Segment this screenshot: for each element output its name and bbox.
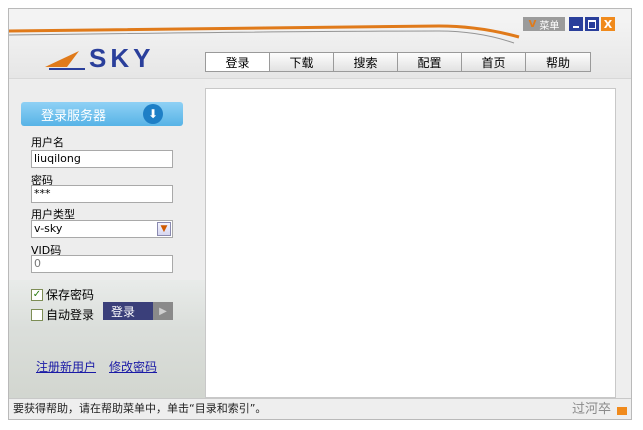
minimize-button[interactable] bbox=[569, 17, 583, 31]
user-type-select[interactable]: v-sky ▼ bbox=[31, 220, 173, 238]
status-bar: 要获得帮助，请在帮助菜单中，单击“目录和索引”。 bbox=[9, 398, 631, 419]
auto-login-label: 自动登录 bbox=[46, 308, 95, 322]
header: SKY V 菜单 X 登录 下载 搜索 配置 首页 帮助 bbox=[9, 9, 631, 79]
menu-button[interactable]: V 菜单 bbox=[523, 17, 565, 32]
resize-grip-icon[interactable] bbox=[617, 407, 627, 415]
tab-config[interactable]: 配置 bbox=[398, 53, 462, 71]
status-text: 要获得帮助，请在帮助菜单中，单击“目录和索引”。 bbox=[13, 402, 267, 415]
menu-arrow-icon: V bbox=[528, 18, 537, 30]
save-password-checkbox[interactable]: ✓ bbox=[31, 288, 43, 301]
chevron-down-icon[interactable]: ▼ bbox=[157, 222, 171, 236]
login-button[interactable]: 登录 ▶ bbox=[103, 302, 173, 320]
username-label: 用户名 bbox=[31, 136, 64, 149]
arrow-down-icon: ⬇ bbox=[143, 104, 163, 124]
register-link[interactable]: 注册新用户 bbox=[36, 358, 96, 375]
login-server-label: 登录服务器 bbox=[41, 108, 107, 124]
content-area bbox=[205, 88, 616, 398]
password-input[interactable]: *** bbox=[31, 185, 173, 203]
tab-home[interactable]: 首页 bbox=[462, 53, 526, 71]
tab-login[interactable]: 登录 bbox=[206, 53, 270, 71]
change-password-link[interactable]: 修改密码 bbox=[109, 358, 157, 375]
play-arrow-icon: ▶ bbox=[153, 302, 173, 320]
watermark: 过河卒 bbox=[572, 402, 612, 417]
menu-label: 菜单 bbox=[539, 20, 560, 32]
close-button[interactable]: X bbox=[601, 17, 615, 31]
save-password-option[interactable]: ✓ 保存密码 bbox=[31, 286, 94, 303]
vid-input[interactable]: 0 bbox=[31, 255, 173, 273]
auto-login-checkbox[interactable] bbox=[31, 308, 43, 321]
save-password-label: 保存密码 bbox=[46, 288, 95, 302]
login-button-label: 登录 bbox=[111, 304, 136, 319]
tab-search[interactable]: 搜索 bbox=[334, 53, 398, 71]
close-icon: X bbox=[603, 17, 613, 31]
logo-text: SKY bbox=[89, 43, 154, 73]
user-type-value: v-sky bbox=[34, 222, 63, 235]
tab-help[interactable]: 帮助 bbox=[526, 53, 590, 71]
maximize-button[interactable] bbox=[585, 17, 599, 31]
sky-logo: SKY bbox=[45, 43, 154, 73]
app-window: SKY V 菜单 X 登录 下载 搜索 配置 首页 帮助 登录服务器 ⬇ 用户名… bbox=[8, 8, 632, 420]
auto-login-option[interactable]: 自动登录 bbox=[31, 306, 94, 323]
nav-tabs: 登录 下载 搜索 配置 首页 帮助 bbox=[205, 52, 591, 72]
login-panel: 登录服务器 ⬇ 用户名 liuqilong 密码 *** 用户类型 v-sky … bbox=[9, 80, 205, 398]
username-input[interactable]: liuqilong bbox=[31, 150, 173, 168]
login-server-button[interactable]: 登录服务器 ⬇ bbox=[21, 102, 183, 126]
tab-download[interactable]: 下载 bbox=[270, 53, 334, 71]
